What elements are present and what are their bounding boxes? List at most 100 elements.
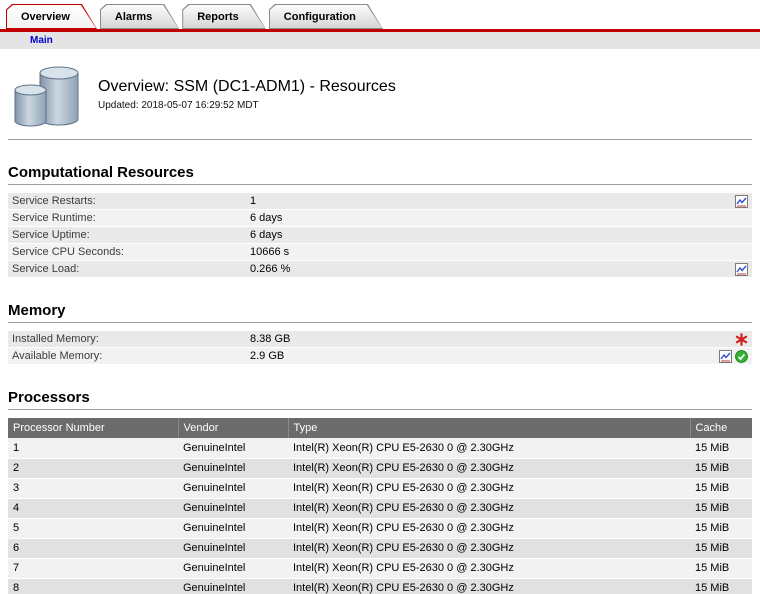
tab-bar: Overview Alarms Reports Configuration: [0, 0, 760, 29]
header-text: Overview: SSM (DC1-ADM1) - Resources Upd…: [98, 63, 396, 129]
tab-overview[interactable]: Overview: [6, 4, 97, 29]
table-row: 5GenuineIntelIntel(R) Xeon(R) CPU E5-263…: [8, 518, 752, 538]
tab-alarms[interactable]: Alarms: [100, 4, 179, 29]
attribute-value: 1: [250, 195, 256, 207]
updated-timestamp: Updated: 2018-05-07 16:29:52 MDT: [98, 100, 396, 111]
processors-table: Processor NumberVendorTypeCache 1Genuine…: [8, 418, 752, 594]
tab-label: Overview: [21, 11, 70, 23]
attribute-row: Available Memory:2.9 GB: [8, 348, 752, 365]
tab-reports[interactable]: Reports: [182, 4, 266, 29]
table-row: 3GenuineIntelIntel(R) Xeon(R) CPU E5-263…: [8, 478, 752, 498]
content: Overview: SSM (DC1-ADM1) - Resources Upd…: [0, 63, 760, 594]
chart-icon[interactable]: [719, 350, 732, 363]
column-header-processor-number: Processor Number: [8, 418, 178, 438]
section-heading-computational: Computational Resources: [8, 164, 752, 181]
table-cell: 1: [8, 438, 178, 458]
table-cell: 3: [8, 478, 178, 498]
table-cell: 15 MiB: [690, 498, 752, 518]
attribute-label: Service CPU Seconds:: [12, 246, 250, 258]
table-row: 6GenuineIntelIntel(R) Xeon(R) CPU E5-263…: [8, 538, 752, 558]
attribute-value: 6 days: [250, 229, 282, 241]
table-cell: GenuineIntel: [178, 518, 288, 538]
attribute-row: Service Restarts:1: [8, 193, 752, 210]
table-cell: GenuineIntel: [178, 478, 288, 498]
row-icons: [719, 350, 748, 363]
attribute-row: Service Uptime:6 days: [8, 227, 752, 244]
table-cell: Intel(R) Xeon(R) CPU E5-2630 0 @ 2.30GHz: [288, 518, 690, 538]
table-cell: 15 MiB: [690, 558, 752, 578]
row-icons: [735, 333, 748, 346]
breadcrumb-main-link[interactable]: Main: [30, 35, 53, 46]
table-cell: GenuineIntel: [178, 438, 288, 458]
attribute-row: Installed Memory:8.38 GB: [8, 331, 752, 348]
attribute-value: 0.266 %: [250, 263, 290, 275]
table-cell: GenuineIntel: [178, 458, 288, 478]
table-row: 8GenuineIntelIntel(R) Xeon(R) CPU E5-263…: [8, 578, 752, 594]
tab-label: Configuration: [284, 11, 356, 23]
page-title: Overview: SSM (DC1-ADM1) - Resources: [98, 78, 396, 96]
table-cell: Intel(R) Xeon(R) CPU E5-2630 0 @ 2.30GHz: [288, 478, 690, 498]
attribute-row: Service CPU Seconds:10666 s: [8, 244, 752, 261]
table-cell: Intel(R) Xeon(R) CPU E5-2630 0 @ 2.30GHz: [288, 498, 690, 518]
row-icons: [735, 195, 748, 208]
attribute-label: Service Load:: [12, 263, 250, 275]
table-cell: 15 MiB: [690, 518, 752, 538]
table-row: 2GenuineIntelIntel(R) Xeon(R) CPU E5-263…: [8, 458, 752, 478]
attribute-label: Service Uptime:: [12, 229, 250, 241]
table-cell: Intel(R) Xeon(R) CPU E5-2630 0 @ 2.30GHz: [288, 538, 690, 558]
page: Overview Alarms Reports Configuration Main: [0, 0, 760, 594]
tab-label: Alarms: [115, 11, 152, 23]
attribute-value: 8.38 GB: [250, 333, 290, 345]
attribute-value: 2.9 GB: [250, 350, 284, 362]
column-header-type: Type: [288, 418, 690, 438]
storage-cylinders-icon: [8, 63, 84, 129]
table-cell: 2: [8, 458, 178, 478]
table-cell: 15 MiB: [690, 478, 752, 498]
chart-icon[interactable]: [735, 263, 748, 276]
table-cell: 15 MiB: [690, 458, 752, 478]
table-cell: Intel(R) Xeon(R) CPU E5-2630 0 @ 2.30GHz: [288, 458, 690, 478]
attribute-label: Available Memory:: [12, 350, 250, 362]
table-cell: 7: [8, 558, 178, 578]
table-cell: GenuineIntel: [178, 498, 288, 518]
section-heading-processors: Processors: [8, 389, 752, 406]
attribute-label: Installed Memory:: [12, 333, 250, 345]
table-cell: 8: [8, 578, 178, 594]
attribute-label: Service Runtime:: [12, 212, 250, 224]
attribute-row: Service Load:0.266 %: [8, 261, 752, 278]
section-divider: [8, 409, 752, 410]
breadcrumb: Main: [0, 32, 760, 49]
table-row: 7GenuineIntelIntel(R) Xeon(R) CPU E5-263…: [8, 558, 752, 578]
tab-label: Reports: [197, 11, 239, 23]
table-cell: 15 MiB: [690, 578, 752, 594]
table-row: 4GenuineIntelIntel(R) Xeon(R) CPU E5-263…: [8, 498, 752, 518]
attribute-row: Service Runtime:6 days: [8, 210, 752, 227]
section-divider: [8, 322, 752, 323]
red-status-icon: [735, 333, 748, 346]
memory-rows: Installed Memory:8.38 GBAvailable Memory…: [8, 331, 752, 365]
chart-icon[interactable]: [735, 195, 748, 208]
section-divider: [8, 184, 752, 185]
table-cell: 6: [8, 538, 178, 558]
table-cell: Intel(R) Xeon(R) CPU E5-2630 0 @ 2.30GHz: [288, 558, 690, 578]
tab-configuration[interactable]: Configuration: [269, 4, 383, 29]
table-cell: GenuineIntel: [178, 578, 288, 594]
table-row: 1GenuineIntelIntel(R) Xeon(R) CPU E5-263…: [8, 438, 752, 458]
table-cell: 5: [8, 518, 178, 538]
attribute-label: Service Restarts:: [12, 195, 250, 207]
computational-rows: Service Restarts:1Service Runtime:6 days…: [8, 193, 752, 278]
table-cell: 4: [8, 498, 178, 518]
table-cell: 15 MiB: [690, 438, 752, 458]
table-cell: GenuineIntel: [178, 538, 288, 558]
attribute-value: 10666 s: [250, 246, 289, 258]
page-header: Overview: SSM (DC1-ADM1) - Resources Upd…: [8, 63, 752, 129]
table-cell: Intel(R) Xeon(R) CPU E5-2630 0 @ 2.30GHz: [288, 578, 690, 594]
table-cell: Intel(R) Xeon(R) CPU E5-2630 0 @ 2.30GHz: [288, 438, 690, 458]
section-heading-memory: Memory: [8, 302, 752, 319]
column-header-cache: Cache: [690, 418, 752, 438]
table-cell: GenuineIntel: [178, 558, 288, 578]
header-divider: [8, 139, 752, 140]
green-check-icon: [735, 350, 748, 363]
attribute-value: 6 days: [250, 212, 282, 224]
row-icons: [735, 263, 748, 276]
